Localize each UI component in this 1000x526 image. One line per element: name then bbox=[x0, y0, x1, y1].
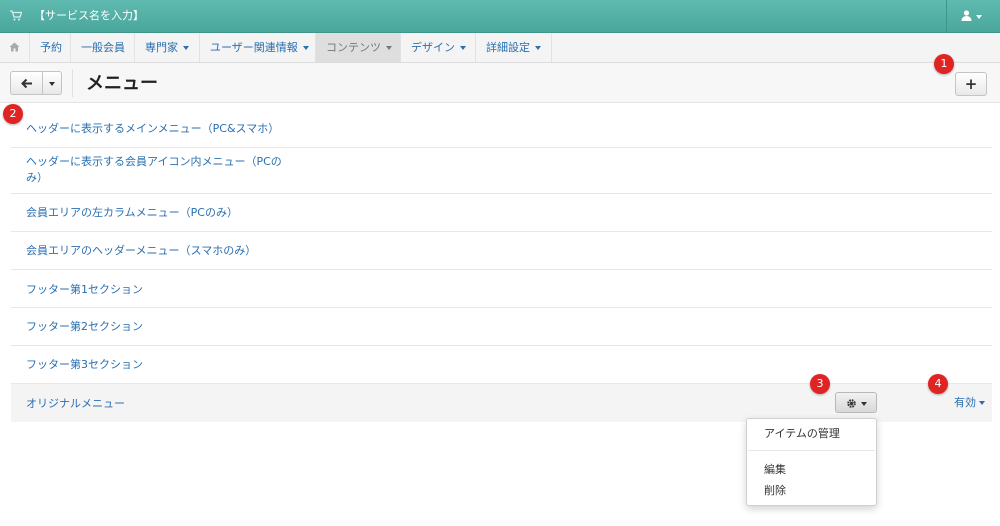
plus-icon: + bbox=[964, 75, 978, 93]
chevron-down-icon bbox=[386, 46, 392, 50]
divider bbox=[748, 450, 875, 451]
chevron-down-icon bbox=[979, 401, 985, 405]
menu-link[interactable]: フッター第2セクション bbox=[26, 319, 291, 335]
home-link[interactable] bbox=[0, 33, 30, 62]
top-bar: 【サービス名を入力】 bbox=[0, 0, 1000, 33]
menu-link[interactable]: フッター第3セクション bbox=[26, 357, 291, 373]
add-menu-button[interactable]: + bbox=[955, 72, 987, 96]
menu-link[interactable]: フッター第1セクション bbox=[26, 282, 291, 298]
list-item: フッター第1セクション bbox=[11, 270, 992, 308]
list-item: フッター第2セクション bbox=[11, 308, 992, 346]
menu-link[interactable]: 会員エリアの左カラムメニュー（PCのみ） bbox=[26, 205, 291, 221]
menu-link[interactable]: ヘッダーに表示するメインメニュー（PC&スマホ） bbox=[26, 121, 291, 137]
nav-item-experts[interactable]: 専門家 bbox=[135, 33, 200, 62]
user-menu-button[interactable] bbox=[946, 0, 1000, 33]
chevron-down-icon bbox=[49, 82, 55, 86]
page-header: メニュー + bbox=[0, 63, 1000, 103]
menu-item-manage-items[interactable]: アイテムの管理 bbox=[764, 427, 840, 441]
menu-link[interactable]: オリジナルメニュー bbox=[26, 396, 291, 412]
list-item: 会員エリアのヘッダーメニュー（スマホのみ） bbox=[11, 232, 992, 270]
main-nav: 予約 一般会員 専門家 ユーザー関連情報 コンテンツ デザイン 詳細設定 bbox=[0, 33, 1000, 63]
divider bbox=[72, 69, 73, 97]
menu-item-delete[interactable]: 削除 bbox=[764, 484, 786, 498]
list-item: フッター第3セクション bbox=[11, 346, 992, 384]
annotation-badge: 1 bbox=[934, 54, 954, 74]
annotation-badge: 4 bbox=[928, 374, 948, 394]
nav-item-contents[interactable]: コンテンツ bbox=[316, 33, 401, 62]
arrow-left-icon bbox=[21, 78, 32, 89]
list-item: ヘッダーに表示する会員アイコン内メニュー（PCのみ） bbox=[11, 148, 992, 194]
chevron-down-icon bbox=[976, 15, 982, 19]
nav-item-design[interactable]: デザイン bbox=[401, 33, 476, 62]
list-item: ヘッダーに表示するメインメニュー（PC&スマホ） bbox=[11, 109, 992, 148]
menu-link[interactable]: 会員エリアのヘッダーメニュー（スマホのみ） bbox=[26, 243, 291, 259]
list-item: 会員エリアの左カラムメニュー（PCのみ） bbox=[11, 194, 992, 232]
user-icon bbox=[961, 10, 973, 22]
back-button[interactable] bbox=[10, 71, 43, 95]
annotation-badge: 2 bbox=[3, 104, 23, 124]
chevron-down-icon bbox=[183, 46, 189, 50]
home-icon bbox=[9, 42, 20, 52]
cart-icon bbox=[10, 10, 23, 22]
chevron-down-icon bbox=[535, 46, 541, 50]
annotation-badge: 3 bbox=[810, 374, 830, 394]
nav-item-user-info[interactable]: ユーザー関連情報 bbox=[200, 33, 316, 62]
nav-item-advanced-settings[interactable]: 詳細設定 bbox=[476, 33, 552, 62]
menu-item-edit[interactable]: 編集 bbox=[764, 463, 786, 477]
nav-item-general-members[interactable]: 一般会員 bbox=[71, 33, 135, 62]
status-dropdown[interactable]: 有効 bbox=[954, 396, 985, 409]
chevron-down-icon bbox=[861, 402, 867, 406]
page-title: メニュー bbox=[86, 73, 158, 94]
back-dropdown-button[interactable] bbox=[42, 71, 62, 95]
settings-dropdown-menu: アイテムの管理 編集 削除 bbox=[746, 418, 877, 506]
gear-icon bbox=[847, 399, 856, 408]
brand-name[interactable]: 【サービス名を入力】 bbox=[34, 9, 144, 23]
chevron-down-icon bbox=[302, 46, 309, 50]
chevron-down-icon bbox=[460, 46, 466, 50]
menu-link[interactable]: ヘッダーに表示する会員アイコン内メニュー（PCのみ） bbox=[26, 154, 291, 186]
settings-dropdown-button[interactable] bbox=[835, 392, 877, 413]
nav-item-reservation[interactable]: 予約 bbox=[30, 33, 71, 62]
